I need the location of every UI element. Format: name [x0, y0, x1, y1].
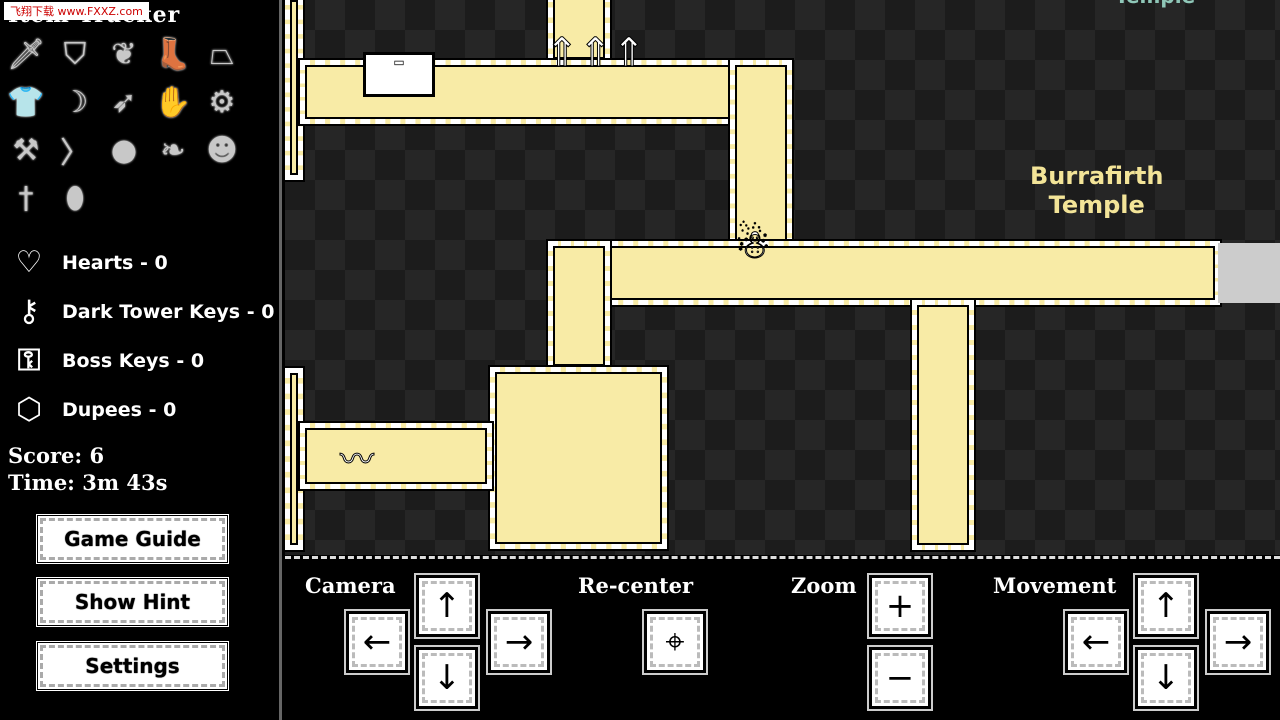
- camera-down-button[interactable]: ↓: [416, 647, 478, 709]
- zoom-in-button[interactable]: +: [869, 575, 931, 637]
- corridor: [912, 300, 974, 550]
- seed-icon: ⬮: [65, 180, 85, 216]
- boomerang-icon: 〉: [60, 136, 90, 171]
- dark-tower-key-icon: ⚷: [18, 294, 40, 329]
- heart-icon: ♡: [15, 245, 43, 280]
- controls-panel: Camera ↑ ← → ↓ Re-center ⌖ Zoom + − Move…: [285, 556, 1280, 720]
- player-character: ☃: [735, 222, 772, 269]
- movement-label: Movement: [993, 573, 1117, 598]
- stat-row: ⚿ Boss Keys - 0: [8, 343, 205, 378]
- stat-row: ⬡ Dupees - 0: [8, 392, 176, 427]
- camera-label: Camera: [305, 573, 396, 598]
- item-grid: 🗡 ⛉ ❦ 👢 ⏢ 👕 ☽ ➶ ✋ ⚙ ⚒ 〉 ● ❧ ☻ † ⬮: [6, 34, 251, 226]
- glove-icon: ✋: [154, 84, 192, 120]
- treasure-chest[interactable]: ▭: [363, 52, 435, 97]
- camera-right-button[interactable]: →: [488, 611, 550, 673]
- leaves-icon: ❦: [111, 36, 137, 72]
- area-label-temple: Temple: [1115, 0, 1195, 11]
- mask-icon: ☻: [206, 132, 238, 168]
- stat-label: Hearts - 0: [62, 251, 168, 274]
- hammer-icon: ⚒: [12, 132, 40, 168]
- corridor: [730, 60, 792, 248]
- settings-button[interactable]: Settings: [35, 640, 230, 692]
- skirt-icon: ⏢: [210, 36, 234, 72]
- zoom-label: Zoom: [791, 573, 857, 598]
- room: [490, 367, 667, 549]
- watermark: 飞翔下载 www.FXXZ.com: [4, 2, 149, 20]
- drill-icon: ⚙: [208, 84, 236, 120]
- time: Time: 3m 43s: [8, 470, 168, 495]
- boots-icon: 👢: [154, 36, 192, 72]
- move-up-button[interactable]: ↑: [1135, 575, 1197, 637]
- bow-icon: ☽: [61, 84, 89, 120]
- dupee-gem-icon: ⬡: [15, 392, 43, 427]
- bomb-icon: ●: [110, 132, 138, 168]
- tunic-icon: 👕: [7, 84, 45, 120]
- sword-icon: 🗡: [6, 36, 46, 72]
- area-label-burrafirth-temple: Burrafirth Temple: [1030, 162, 1164, 219]
- boss-key-icon: ⚿: [17, 343, 41, 378]
- leaf-fan-icon: ❧: [160, 132, 186, 168]
- shield-icon: ⛉: [63, 36, 87, 72]
- stat-label: Boss Keys - 0: [62, 349, 205, 372]
- game-guide-button[interactable]: Game Guide: [35, 513, 230, 565]
- corridor: [300, 423, 492, 489]
- stat-label: Dupees - 0: [62, 398, 177, 421]
- recenter-label: Re-center: [578, 573, 694, 598]
- recenter-button[interactable]: ⌖: [644, 611, 706, 673]
- corridor: [548, 241, 610, 371]
- item-tracker-panel: Item Tracker 飞翔下载 www.FXXZ.com 🗡⛉❦👢⏢👕☽➶✋…: [0, 0, 282, 720]
- move-left-button[interactable]: ←: [1065, 611, 1127, 673]
- move-right-button[interactable]: →: [1207, 611, 1269, 673]
- dagger-icon: †: [18, 180, 34, 216]
- spike-trap-icon: ⇑⇑⇑: [545, 30, 647, 77]
- locked-door: [1218, 243, 1280, 303]
- bird-enemy: 〰: [340, 440, 375, 481]
- camera-left-button[interactable]: ←: [346, 611, 408, 673]
- stat-label: Dark Tower Keys - 0: [62, 300, 275, 323]
- score: Score: 6: [8, 443, 105, 468]
- move-down-button[interactable]: ↓: [1135, 647, 1197, 709]
- dungeon-map[interactable]: ▭ ⇑⇑⇑ ☃ 〰 Burrafirth Temple Temple: [285, 0, 1280, 555]
- stat-row: ♡ Hearts - 0: [8, 245, 168, 280]
- zoom-out-button[interactable]: −: [869, 647, 931, 709]
- stat-row: ⚷ Dark Tower Keys - 0: [8, 294, 274, 329]
- arrow-icon: ➶: [111, 84, 137, 120]
- corridor: [548, 241, 1220, 305]
- camera-up-button[interactable]: ↑: [416, 575, 478, 637]
- show-hint-button[interactable]: Show Hint: [35, 576, 230, 628]
